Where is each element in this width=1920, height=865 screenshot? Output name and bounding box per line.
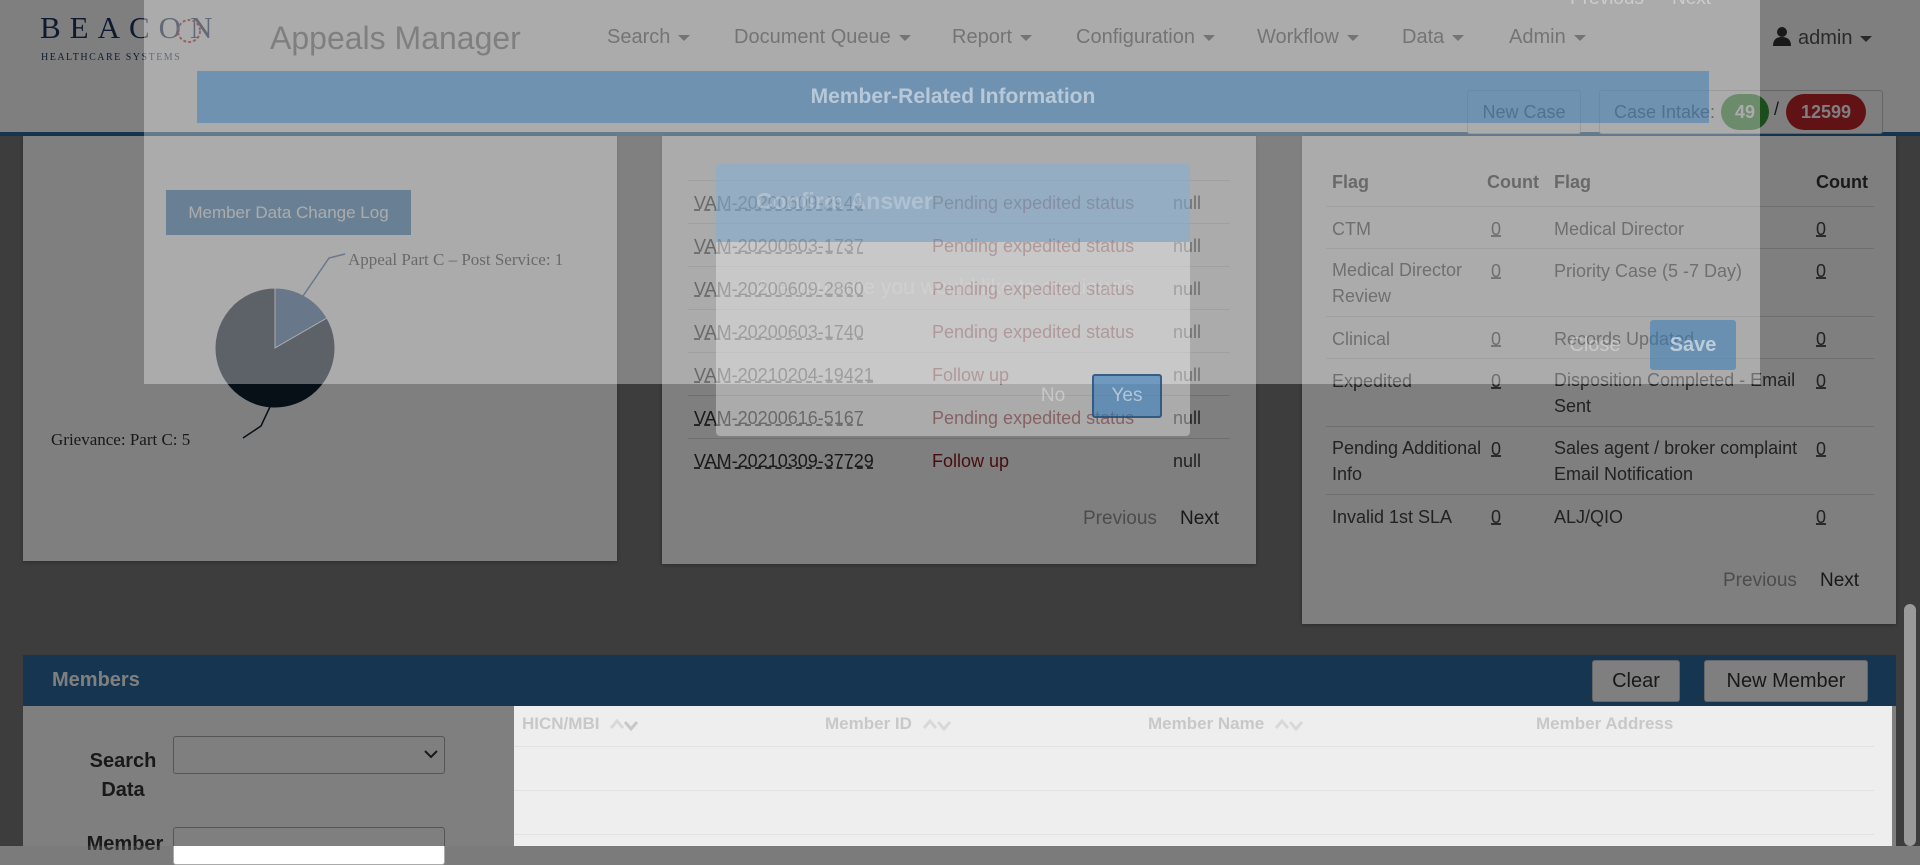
table-divider [514, 790, 1874, 791]
column-header-member-id-label: Member ID [825, 714, 912, 733]
member-modal-close-button[interactable]: Close [1553, 320, 1637, 370]
column-header-member-address[interactable]: Member Address [1536, 714, 1673, 734]
column-header-member-id[interactable]: Member ID [825, 714, 953, 734]
column-header-hicn[interactable]: HICN/MBI [522, 714, 640, 734]
confirm-yes-button[interactable]: Yes [1092, 374, 1162, 418]
sort-icon[interactable] [610, 718, 640, 732]
member-modal-save-button[interactable]: Save [1650, 320, 1736, 370]
sort-icon[interactable] [1274, 718, 1305, 732]
column-header-member-name-label: Member Name [1148, 714, 1265, 733]
page-scrollbar[interactable] [1904, 604, 1916, 846]
table-divider [514, 834, 1874, 835]
confirm-modal-message: Are you sure you would like to continue? [756, 276, 1134, 299]
members-results-table: HICN/MBI Member ID Member Name Member Ad… [514, 706, 1892, 846]
member-modal-title: Member-Related Information [197, 71, 1709, 123]
background-next-link[interactable]: Next [1672, 0, 1711, 10]
confirm-modal-header: Confirm Answer [716, 164, 1190, 242]
confirm-answer-modal: Confirm Answer Are you sure you would li… [716, 164, 1190, 436]
table-divider [514, 746, 1874, 747]
background-previous-link[interactable]: Previous [1570, 0, 1644, 10]
sort-icon[interactable] [922, 718, 953, 732]
column-header-hicn-label: HICN/MBI [522, 714, 600, 733]
confirm-no-button[interactable]: No [1025, 374, 1081, 418]
confirm-modal-title: Confirm Answer [756, 188, 933, 214]
column-header-member-name[interactable]: Member Name [1148, 714, 1305, 734]
